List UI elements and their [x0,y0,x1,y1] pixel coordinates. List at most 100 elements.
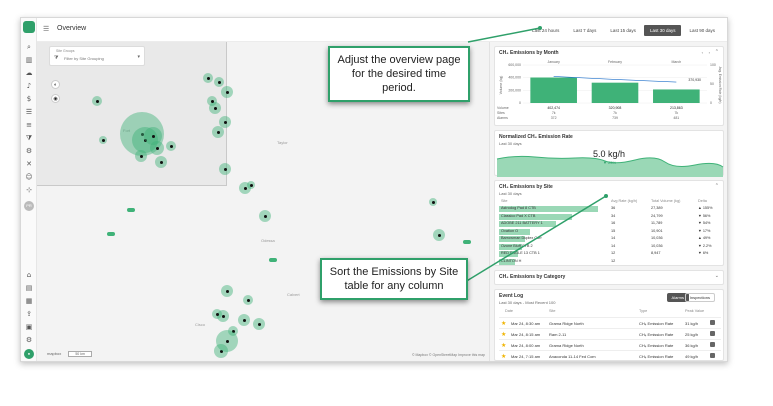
event-menu-icon[interactable] [710,353,715,358]
event-menu-icon[interactable] [710,342,715,347]
column-header-total-volume[interactable]: Total Volume (kg) [651,199,680,203]
column-header-delta[interactable]: Delta [698,199,707,203]
site-marker[interactable] [246,298,250,302]
site-marker[interactable] [217,80,221,84]
column-header-type[interactable]: Type [639,309,647,313]
chevron-up-icon[interactable]: ⌃ [715,49,719,55]
users-icon[interactable]: ☺ [24,172,34,182]
normalized-rate-change: ▼ 23% [603,160,617,165]
list-icon[interactable]: ☰ [24,107,34,117]
tab-inspections[interactable]: Inspections [684,293,715,302]
site-marker[interactable] [221,314,225,318]
site-marker[interactable] [101,138,105,142]
event-menu-icon[interactable] [710,320,715,325]
site-marker[interactable] [243,186,247,190]
table-row[interactable]: ADOBE 211 BATTERY 1 16 11,789 ▼ 54% [499,221,721,228]
search-icon[interactable]: ⌕ [24,42,34,52]
site-marker[interactable] [242,318,246,322]
emissions-by-category-card[interactable]: CH₄ Emissions by Category ⌄ [494,270,724,285]
column-header-date[interactable]: Date [505,309,513,313]
chevron-down-icon[interactable]: ⌄ [715,273,719,279]
time-range-last-7-days[interactable]: Last 7 days [567,25,602,36]
site-marker[interactable] [257,322,261,326]
site-marker[interactable] [249,183,253,187]
compass-icon[interactable]: ◐ [51,80,60,89]
site-marker[interactable] [215,312,219,316]
grid-icon[interactable]: ▣ [24,322,34,332]
x-tick-label: March [671,60,681,64]
site-marker[interactable] [225,90,229,94]
table-row[interactable]: RED EAGLE 13 CTB 1 12 8,947 ▼ 6% [499,251,721,258]
site-marker[interactable] [159,160,163,164]
next-icon[interactable]: › [709,50,710,55]
star-icon[interactable]: ★ [501,353,506,360]
column-header-site[interactable]: Site [549,309,556,313]
site-marker[interactable] [95,99,99,103]
hierarchy-icon[interactable]: ⊹ [24,185,34,195]
column-header-peak[interactable]: Peak Value [685,309,704,313]
sites-icon[interactable]: ⌂ [24,270,34,280]
time-range-last-30-days[interactable]: Last 30 days [643,25,682,36]
coin-icon[interactable]: $ [24,94,34,104]
site-marker[interactable] [437,233,441,237]
star-icon[interactable]: ★ [501,320,506,327]
site-marker[interactable] [151,134,155,138]
star-icon[interactable]: ★ [501,342,506,349]
filter-icon[interactable]: ⧩ [24,133,34,143]
site-marker[interactable] [223,120,227,124]
chevron-up-icon[interactable]: ⌃ [715,183,719,189]
site-marker[interactable] [155,146,159,150]
avatar[interactable]: PR [24,201,34,211]
app-logo[interactable] [23,21,35,33]
site-marker[interactable] [216,130,220,134]
site-marker[interactable] [169,144,173,148]
list-item[interactable]: ★ Mar 24, 8:30 am Grama Ridge North CH₄ Emi… [499,317,721,327]
table-row[interactable]: Classico Pad X CTB 34 24,799 ▼ 56% [499,213,721,221]
site-marker[interactable] [269,258,277,262]
site-marker[interactable] [107,232,115,236]
list-item[interactable]: ★ Mar 24, 8:15 am Ram 2-11 CH₄ Emission Rat… [499,328,721,338]
site-marker[interactable] [127,208,135,212]
table-row[interactable]: Ozone Bluff CTB 2 14 10,036 ▼ 2.2% [499,243,721,251]
settings-icon[interactable]: ⚙ [24,335,34,345]
docs-icon[interactable]: ▤ [24,283,34,293]
column-header-avg-rate[interactable]: Avg Rate (kg/h) [611,199,637,203]
site-marker[interactable] [225,289,229,293]
cloud-icon[interactable]: ☁ [24,68,34,78]
site-marker[interactable] [206,76,210,80]
list-item[interactable]: ★ Mar 24, 8:00 am Grama Ridge North CH₄ Emi… [499,339,721,349]
site-marker[interactable] [463,240,471,244]
star-icon[interactable]: ★ [501,331,506,338]
table-row[interactable]: CLINTON H 12 [499,258,721,266]
report-icon[interactable]: ▦ [24,296,34,306]
site-marker[interactable] [213,106,217,110]
table-row[interactable]: Barrowman Duplex Corr 14 10,036 ▲ 49% [499,236,721,243]
site-group-filter[interactable]: Site Groups ⧩ Filter by Site Grouping ▾ [49,46,145,66]
site-marker[interactable] [431,200,435,204]
menu-icon[interactable]: ☰ [43,25,49,33]
site-marker[interactable] [263,214,267,218]
layers-icon[interactable]: ◉ [51,94,60,103]
table-row[interactable]: Astrodog Pad 8 CTB 36 27,389 ▲ 155% [499,206,721,213]
site-marker[interactable] [223,167,227,171]
site-marker[interactable] [210,99,214,103]
event-menu-icon[interactable] [710,331,715,336]
export-icon[interactable]: ⇪ [24,309,34,319]
bell-icon[interactable]: ♪ [24,81,34,91]
tools-icon[interactable]: ✕ [24,159,34,169]
time-range-last-24-hours[interactable]: Last 24 hours [526,25,565,36]
table-row[interactable]: Ovation O 15 10,901 ▼ 17% [499,228,721,236]
chart-icon[interactable]: ▥ [24,55,34,65]
site-marker[interactable] [225,339,229,343]
list-item[interactable]: ★ Mar 24, 7:15 am Anaconda 11-14 Fed Com CH… [499,350,721,360]
site-marker[interactable] [139,154,143,158]
layers-icon[interactable]: ≡ [24,120,34,130]
prev-icon[interactable]: ‹ [702,50,703,55]
right-panel[interactable]: CH₄ Emissions by Month ‹ › ⌃ 600,000 400,… [489,42,727,361]
map-attribution[interactable]: © Mapbox © OpenStreetMap Improve this ma… [412,353,485,357]
sliders-icon[interactable]: ⚙ [24,146,34,156]
time-range-last-15-days[interactable]: Last 15 days [604,25,642,36]
time-range-last-90-days[interactable]: Last 90 days [683,25,721,36]
user-avatar[interactable]: ● [24,349,34,359]
column-header-site[interactable]: Site [501,199,508,203]
